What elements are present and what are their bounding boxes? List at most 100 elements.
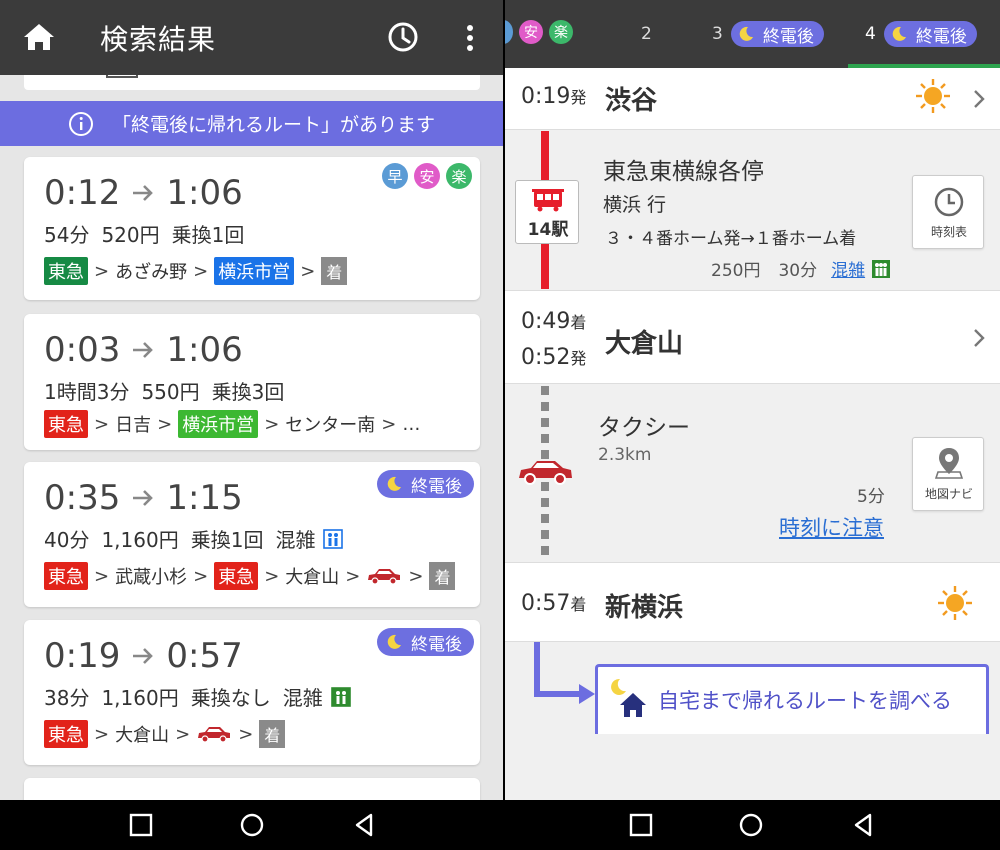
route-separator: > bbox=[381, 413, 397, 435]
tab-route-3[interactable]: 3 終電後 bbox=[712, 21, 824, 47]
arrival-time: 1:06 bbox=[166, 173, 243, 213]
station-name: … bbox=[402, 413, 421, 435]
moon-icon bbox=[387, 634, 401, 649]
route-badge: 楽 bbox=[446, 163, 472, 189]
crowd-level-icon bbox=[323, 528, 344, 549]
station-name: あざみ野 bbox=[115, 262, 188, 283]
crowd-link[interactable]: 混雑 bbox=[831, 256, 865, 281]
route-badge: 早 bbox=[382, 163, 408, 189]
route-card[interactable]: 0:12 1:06 54分 520円 乗換1回 東急 > あざみ野 > 横浜市営 > 着早安楽 bbox=[24, 157, 480, 300]
home-icon[interactable] bbox=[22, 22, 56, 52]
route-summary: 40分 1,160円 乗換1回 混雑 bbox=[44, 524, 344, 553]
transfers: 乗換1回 bbox=[171, 223, 245, 247]
last-train-pill: 終電後 bbox=[377, 628, 474, 656]
more-menu-icon[interactable] bbox=[458, 22, 482, 54]
arrival-time: 1:06 bbox=[166, 330, 243, 370]
line-tag: 東急 bbox=[44, 720, 88, 748]
crowd-level-icon bbox=[872, 259, 891, 278]
route-times: 0:35 1:15 bbox=[44, 478, 243, 518]
moon-icon bbox=[739, 26, 753, 41]
line-tag: 横浜市営 bbox=[178, 410, 259, 438]
route-separator: > bbox=[193, 565, 209, 587]
timetable-label: 時刻表 bbox=[930, 225, 967, 239]
app-bar: 検索結果 bbox=[0, 0, 503, 75]
recents-icon[interactable] bbox=[628, 812, 654, 838]
pill-label: 終電後 bbox=[762, 26, 814, 47]
moon-icon bbox=[387, 476, 401, 491]
arrival-tag: 着 bbox=[259, 720, 286, 748]
arrow-right-icon bbox=[133, 185, 154, 201]
history-clock-icon[interactable] bbox=[386, 20, 420, 54]
line-tag: 東急 bbox=[214, 562, 259, 590]
station-row-shin-yokohama[interactable]: 0:57着 新横浜 bbox=[505, 562, 1000, 642]
station-name: 大倉山 bbox=[285, 567, 340, 588]
departure-time: 0:52発 bbox=[521, 345, 587, 370]
car-icon bbox=[198, 727, 231, 743]
taxi-label: タクシー bbox=[598, 415, 690, 441]
duration: 54分 bbox=[44, 223, 90, 247]
chevron-right-icon bbox=[974, 90, 985, 108]
station-name: 渋谷 bbox=[605, 86, 658, 116]
route-card[interactable]: 0:03 1:06 1時間3分 550円 乗換3回 東急 > 日吉 > 横浜市営 > センター南 >… bbox=[24, 314, 480, 450]
station-row-shibuya[interactable]: 0:19発 渋谷 bbox=[505, 68, 1000, 130]
departure-time: 0:19 bbox=[44, 636, 121, 676]
weather-sunny-icon bbox=[938, 586, 972, 620]
pill-label: 終電後 bbox=[411, 634, 462, 655]
car-icon bbox=[519, 461, 572, 485]
timetable-button[interactable]: 時刻表 bbox=[912, 175, 984, 249]
departure-time: 0:35 bbox=[44, 478, 121, 518]
system-nav-bar bbox=[0, 800, 1000, 850]
map-pin-icon bbox=[935, 448, 963, 479]
back-icon[interactable] bbox=[851, 812, 877, 838]
train-destination: 横浜 行 bbox=[603, 194, 667, 216]
tab-route-2[interactable]: 2 bbox=[641, 24, 652, 44]
last-train-pill: 終電後 bbox=[883, 21, 977, 47]
route-separator: > bbox=[157, 413, 173, 435]
map-navi-label: 地図ナビ bbox=[924, 487, 973, 501]
station-row-okurayama[interactable]: 0:49着 0:52発 大倉山 bbox=[505, 290, 1000, 384]
route-card-next[interactable] bbox=[24, 778, 480, 800]
route-tabs: 安 楽 2 3 終電後 4 終電後 bbox=[505, 0, 1000, 68]
arrow-right-icon bbox=[133, 648, 154, 664]
route-detail-pane: 安 楽 2 3 終電後 4 終電後 0:19発 渋谷 14駅 東急東横線各停 横… bbox=[505, 0, 1000, 800]
tab-route-4[interactable]: 4 終電後 bbox=[865, 21, 977, 47]
home-circle-icon[interactable] bbox=[738, 812, 764, 838]
train-fare: 250円 bbox=[711, 261, 761, 281]
route-summary: 38分 1,160円 乗換なし 混雑 bbox=[44, 682, 351, 711]
house-icon bbox=[620, 693, 646, 717]
route-card[interactable]: 0:35 1:15 40分 1,160円 乗換1回 混雑 東急 > 武蔵小杉 > 東急 > 大倉山 > > 着… bbox=[24, 462, 480, 607]
fare: 520円 bbox=[101, 223, 160, 247]
route-separator: > bbox=[193, 260, 209, 282]
route-separator: > bbox=[94, 413, 110, 435]
home-route-label: 自宅まで帰れるルートを調べる bbox=[658, 689, 952, 713]
home-circle-icon[interactable] bbox=[239, 812, 265, 838]
moon-icon bbox=[892, 26, 906, 41]
route-badge: 安 bbox=[414, 163, 440, 189]
route-times: 0:12 1:06 bbox=[44, 173, 243, 213]
badge-partial bbox=[505, 20, 513, 44]
tab-route-1[interactable]: 安 楽 bbox=[505, 20, 579, 44]
stop-count-box: 14駅 bbox=[515, 180, 579, 244]
car-icon bbox=[368, 569, 401, 585]
station-name: 大倉山 bbox=[115, 725, 170, 746]
route-path: 東急 > 武蔵小杉 > 東急 > 大倉山 > > 着 bbox=[44, 562, 456, 590]
search-results-pane: 検索結果 …… 「終電後に帰れるルート」があります 0:121:0654分520… bbox=[0, 0, 503, 800]
transfers: 乗換3回 bbox=[211, 380, 285, 404]
route-card[interactable]: 0:19 0:57 38分 1,160円 乗換なし 混雑 東急 > 大倉山 > > 着終電後 bbox=[24, 620, 480, 765]
home-route-link[interactable]: 自宅まで帰れるルートを調べる bbox=[595, 664, 989, 734]
route-separator: > bbox=[300, 260, 316, 282]
crowd-label: 混雑 bbox=[282, 686, 323, 710]
departure-time: 0:03 bbox=[44, 330, 121, 370]
last-train-pill: 終電後 bbox=[377, 470, 474, 498]
recents-icon[interactable] bbox=[128, 812, 154, 838]
station-name: センター南 bbox=[285, 415, 376, 436]
last-train-notice-banner[interactable]: 「終電後に帰れるルート」があります bbox=[0, 101, 503, 146]
map-navi-button[interactable]: 地図ナビ bbox=[912, 437, 984, 511]
badge-comfort: 楽 bbox=[549, 20, 573, 44]
back-icon[interactable] bbox=[352, 812, 378, 838]
route-times: 0:03 1:06 bbox=[44, 330, 243, 370]
time-caution-link[interactable]: 時刻に注意 bbox=[779, 512, 884, 542]
connector-arrow bbox=[534, 642, 595, 704]
duration: 38分 bbox=[44, 686, 90, 710]
route-separator: > bbox=[94, 565, 110, 587]
